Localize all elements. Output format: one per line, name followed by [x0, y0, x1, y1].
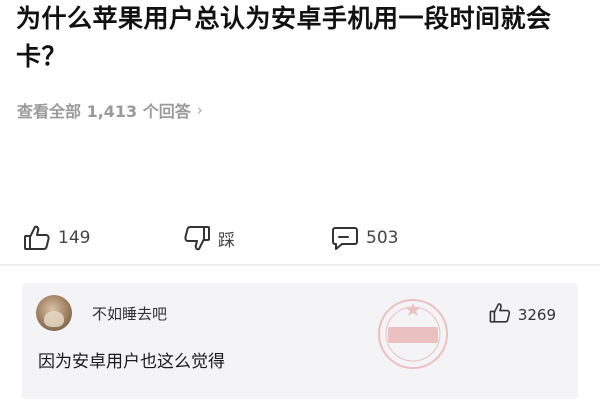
dislike-button[interactable]: 踩	[182, 223, 235, 253]
top-comment-card[interactable]: 不如睡去吧 3269 因为安卓用户也这么觉得	[22, 283, 578, 399]
comment-count: 503	[366, 228, 399, 248]
stamp-watermark	[374, 295, 452, 373]
avatar[interactable]	[36, 295, 72, 331]
thumbs-up-icon	[22, 223, 52, 253]
like-count: 149	[58, 228, 91, 248]
question-title: 为什么苹果用户总认为安卓手机用一段时间就会卡？	[16, 4, 552, 71]
thumbs-down-icon	[182, 223, 212, 253]
view-all-answers-link[interactable]: 查看全部 1,413 个回答 ›	[17, 98, 203, 122]
comment-like-button[interactable]: 3269	[488, 301, 556, 329]
divider	[0, 264, 600, 266]
comment-like-count: 3269	[517, 306, 556, 324]
view-all-label: 查看全部 1,413 个回答	[17, 102, 191, 121]
thumbs-up-icon	[488, 301, 512, 329]
comments-button[interactable]: 503	[330, 223, 398, 253]
comment-text: 因为安卓用户也这么觉得	[38, 352, 225, 372]
dislike-label: 踩	[218, 230, 235, 251]
like-button[interactable]: 149	[22, 223, 90, 253]
comment-username[interactable]: 不如睡去吧	[92, 303, 167, 324]
comment-bubble-icon	[330, 223, 360, 253]
chevron-right-icon: ›	[196, 101, 203, 119]
